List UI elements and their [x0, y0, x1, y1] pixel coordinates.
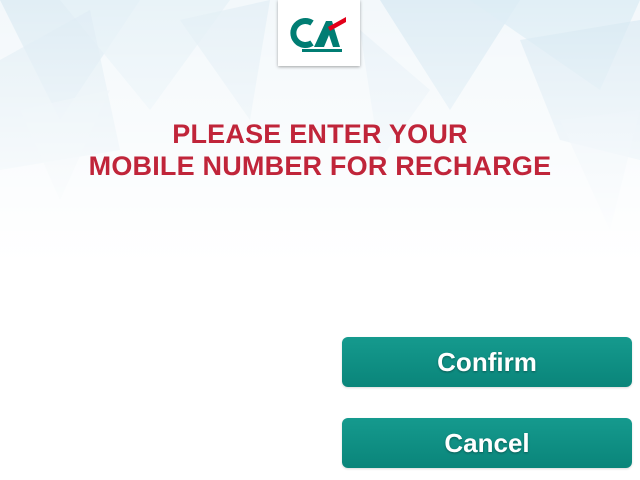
credit-agricole-logo-icon [290, 17, 346, 52]
bank-logo [278, 0, 360, 66]
prompt-line-2: MOBILE NUMBER FOR RECHARGE [88, 151, 552, 181]
cancel-button[interactable]: Cancel [342, 418, 632, 468]
recharge-prompt: PLEASE ENTER YOUR MOBILE NUMBER FOR RECH… [0, 118, 640, 182]
prompt-line-1: PLEASE ENTER YOUR [172, 119, 468, 149]
background-pattern [0, 0, 640, 480]
confirm-button[interactable]: Confirm [342, 337, 632, 387]
